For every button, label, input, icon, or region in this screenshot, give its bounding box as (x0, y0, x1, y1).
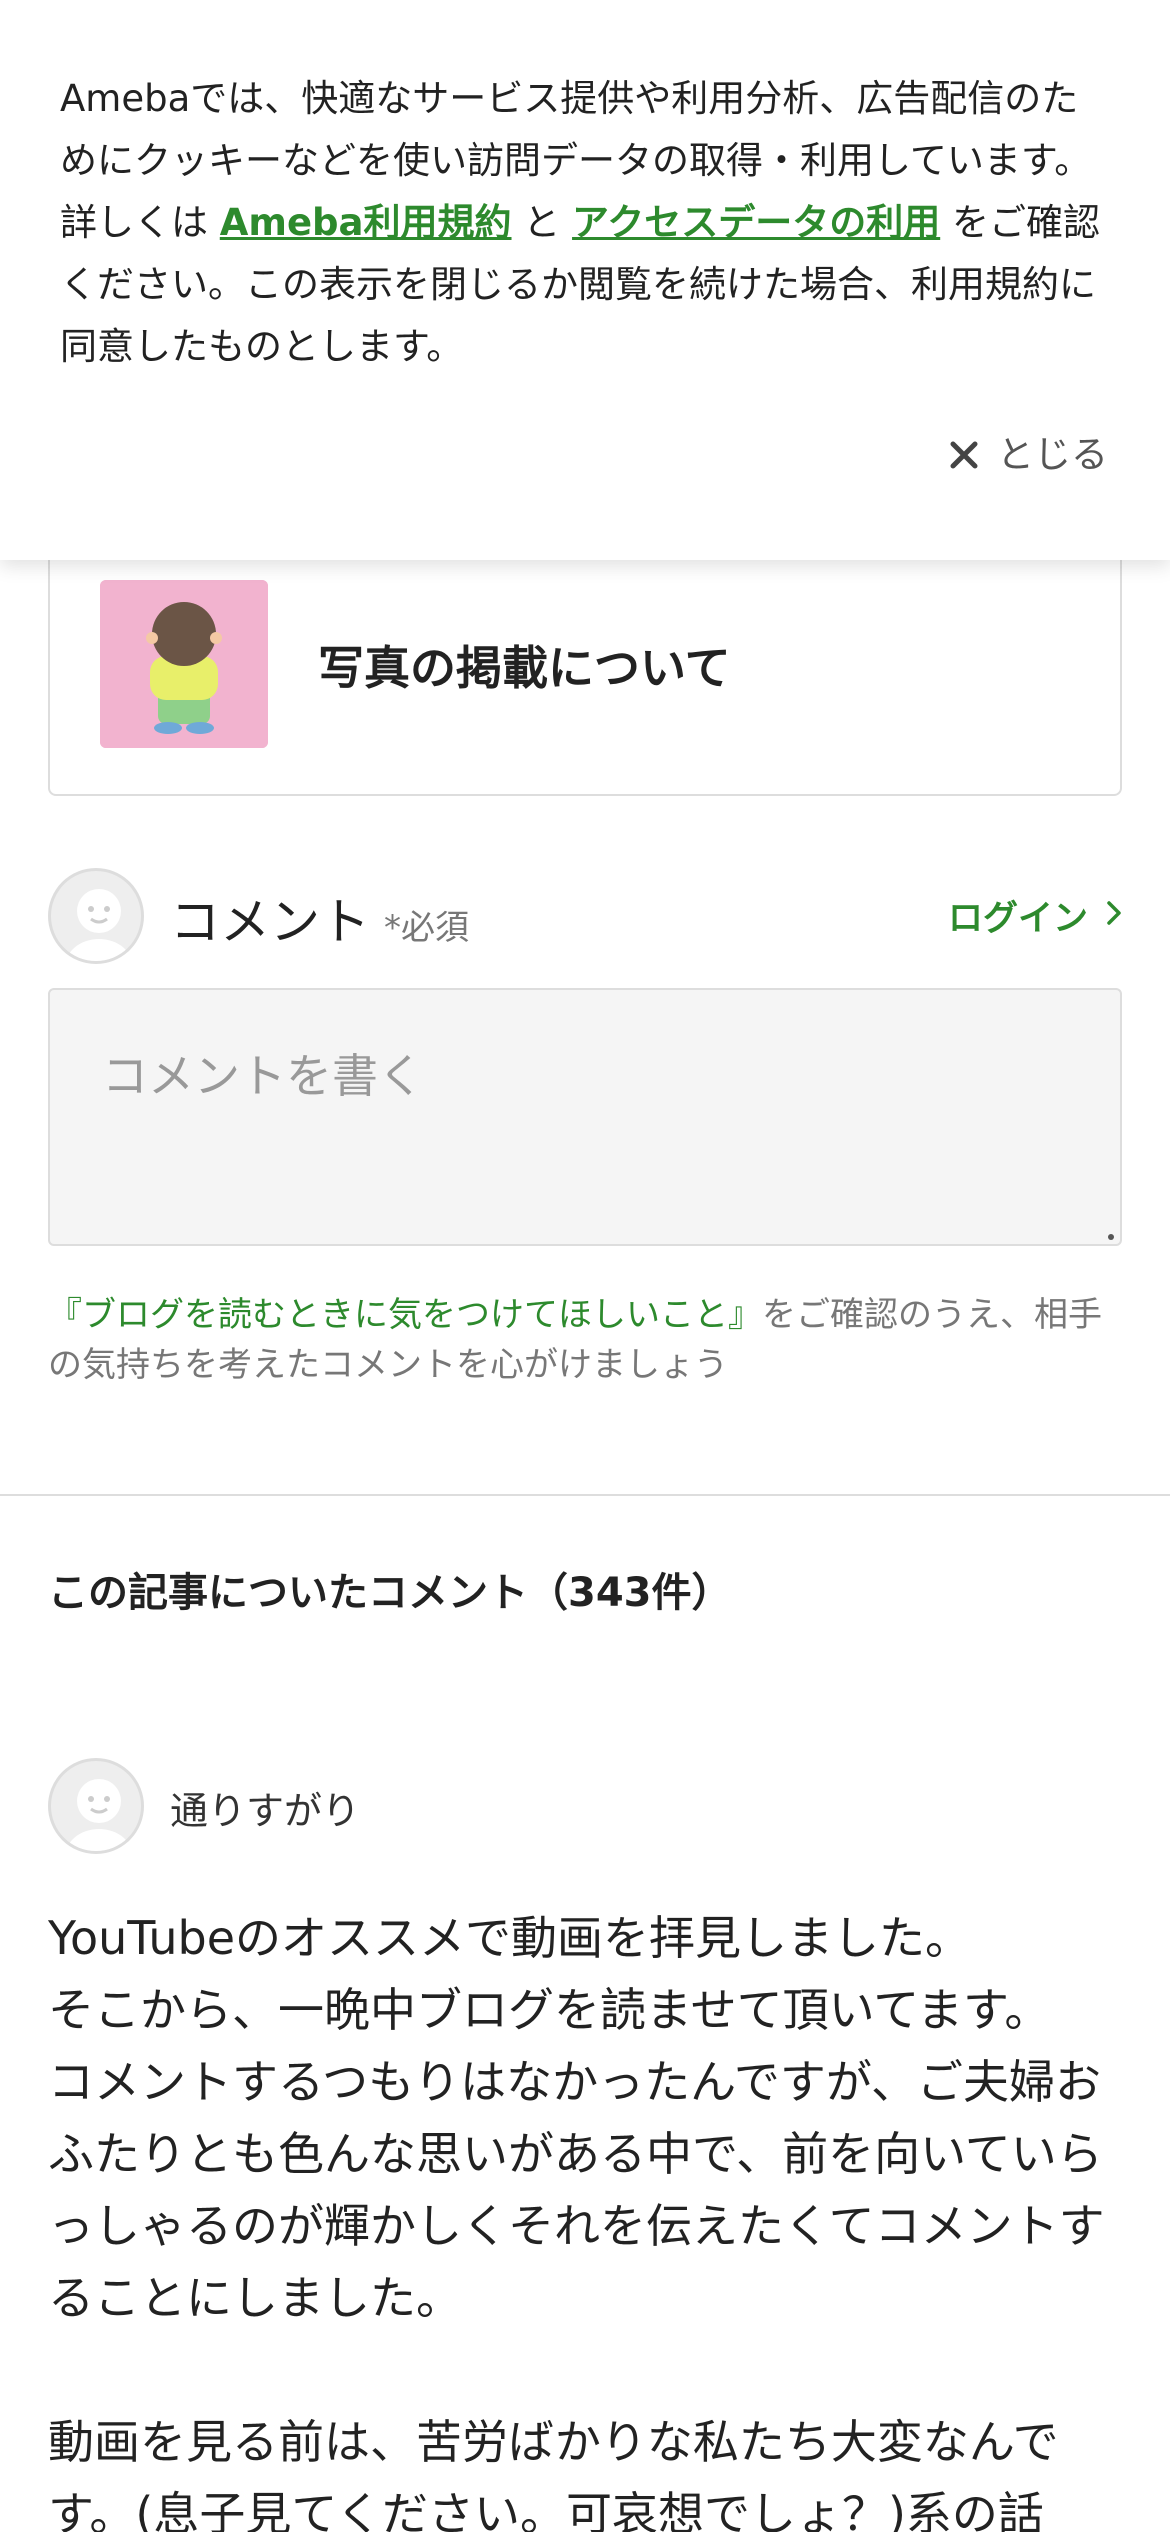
terms-link[interactable]: Ameba利用規約 (220, 201, 512, 244)
cookie-text-part2: と (511, 201, 573, 244)
default-avatar-icon (48, 868, 144, 964)
comments-heading: この記事についたコメント（343件） (48, 1570, 732, 1616)
blog-page: Amebaでは、快適なサービス提供や利用分析、広告配信のためにクッキーなどを使い… (0, 0, 1170, 2532)
required-label: *必須 (384, 908, 469, 948)
cookie-consent-text: Amebaでは、快適なサービス提供や利用分析、広告配信のためにクッキーなどを使い… (60, 68, 1110, 378)
comment-guidelines: 『ブログを読むときに気をつけてほしいこと』をご確認のうえ、相手の気持ちを考えたコ… (48, 1290, 1128, 1390)
section-divider (0, 1494, 1170, 1496)
comment-form-header: コメント *必須 ログイン (48, 868, 1122, 966)
commenter-name: 通りすがり (170, 1789, 361, 1833)
comment-body: YouTubeのオススメで動画を拝見しました。 そこから、一晩中ブログを読ませて… (48, 1911, 1105, 2532)
commenter-avatar-icon (48, 1758, 144, 1854)
login-link[interactable]: ログイン (948, 890, 1122, 941)
related-article-card[interactable]: 写真の掲載について (48, 520, 1122, 796)
comment-label: コメント (170, 893, 370, 951)
chevron-right-icon (1106, 896, 1122, 936)
comment-item-header: 通りすがり (48, 1758, 1122, 1854)
close-label: とじる (997, 433, 1108, 476)
comment-input[interactable] (48, 988, 1122, 1246)
close-banner-button[interactable]: とじる (949, 424, 1108, 478)
article-thumbnail (100, 580, 268, 748)
guidelines-link[interactable]: 『ブログを読むときに気をつけてほしいこと』 (48, 1295, 762, 1335)
access-data-link[interactable]: アクセスデータの利用 (572, 201, 940, 244)
login-label: ログイン (947, 899, 1088, 939)
cookie-consent-banner: Amebaでは、快適なサービス提供や利用分析、広告配信のためにクッキーなどを使い… (0, 0, 1170, 560)
article-title: 写真の掲載について (318, 641, 731, 695)
close-icon (949, 436, 979, 469)
resize-handle[interactable] (1108, 1234, 1114, 1240)
